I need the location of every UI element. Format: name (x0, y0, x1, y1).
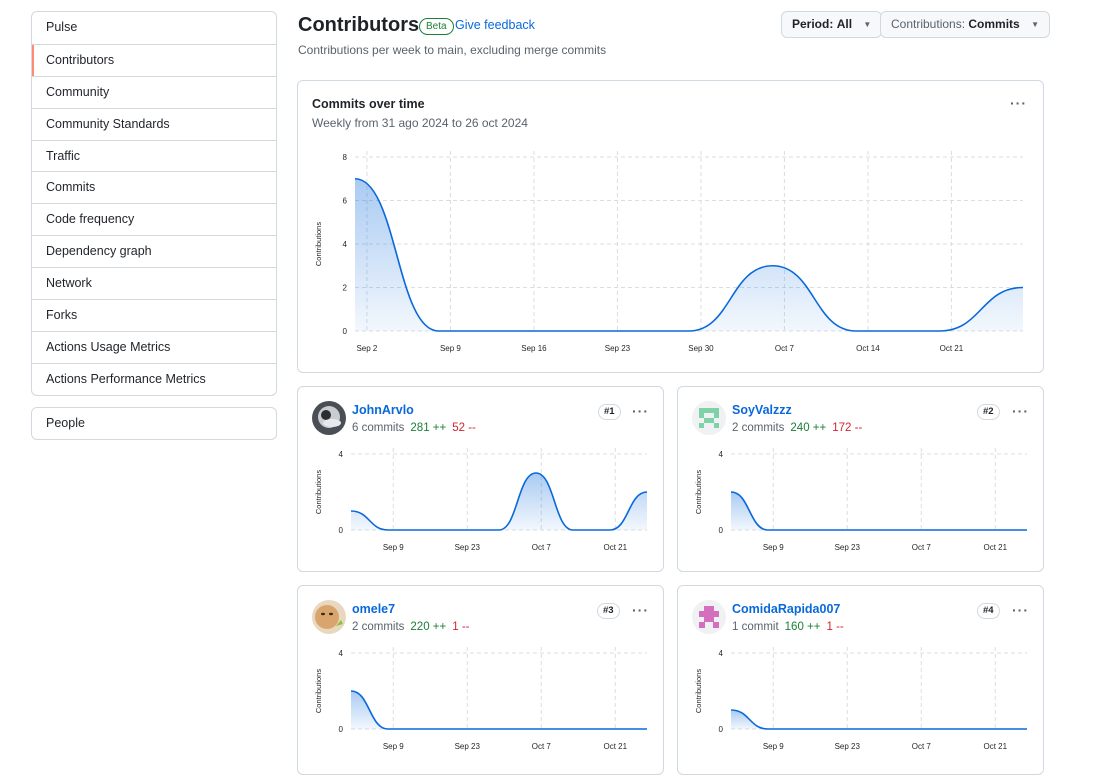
x-tick-label: Sep 9 (383, 543, 404, 552)
series-line (731, 710, 1027, 729)
y-tick-label: 4 (719, 450, 724, 459)
series-area (351, 473, 647, 530)
people-sidebar: People (31, 407, 277, 440)
x-tick-label: Oct 7 (532, 543, 552, 552)
y-axis-label: Contributions (314, 470, 323, 514)
sidebar-item-pulse[interactable]: Pulse (32, 12, 276, 44)
contributions-value: Commits (968, 17, 1019, 31)
y-tick-label: 4 (343, 240, 348, 249)
x-tick-label: Sep 9 (763, 543, 784, 552)
insights-sidebar: Pulse Contributors Community Community S… (31, 11, 277, 396)
series-area (731, 492, 1027, 530)
y-tick-label: 0 (339, 526, 344, 535)
series-area (355, 179, 1023, 331)
y-tick-label: 4 (339, 649, 344, 658)
contributor-chart: 0 4 Sep 9 Sep 23 Oct 7 Oct 21 Contributions (677, 386, 1044, 572)
sidebar-item-community-standards[interactable]: Community Standards (32, 108, 276, 140)
x-tick-label: Sep 9 (440, 344, 461, 353)
series-line (355, 179, 1023, 331)
sidebar-item-actions-performance-metrics[interactable]: Actions Performance Metrics (32, 363, 276, 395)
x-tick-label: Oct 14 (856, 344, 880, 353)
period-label: Period: (792, 17, 833, 31)
x-tick-label: Oct 7 (532, 742, 552, 751)
x-tick-label: Sep 2 (356, 344, 377, 353)
period-value: All (837, 17, 852, 31)
y-tick-label: 0 (339, 725, 344, 734)
x-tick-label: Oct 21 (983, 543, 1007, 552)
x-tick-label: Sep 9 (763, 742, 784, 751)
series-line (731, 492, 1027, 530)
sidebar-item-contributors[interactable]: Contributors (32, 44, 276, 76)
contributor-chart: 0 4 Sep 9 Sep 23 Oct 7 Oct 21 Contributions (297, 386, 664, 572)
sidebar-item-network[interactable]: Network (32, 267, 276, 299)
series-line (351, 473, 647, 530)
x-tick-label: Sep 30 (688, 344, 714, 353)
commits-over-time-chart: 0 2 4 6 8 Sep 2 Sep 9 Sep 16 Sep 23 Sep 30 Oct 7 Oc… (297, 80, 1044, 373)
sidebar-item-actions-usage-metrics[interactable]: Actions Usage Metrics (32, 331, 276, 363)
x-tick-label: Oct 7 (912, 543, 932, 552)
period-dropdown[interactable]: Period: All ▼ (781, 11, 882, 38)
x-tick-label: Oct 21 (603, 742, 627, 751)
series-area (731, 710, 1027, 729)
beta-badge: Beta (419, 18, 454, 35)
sidebar-item-code-frequency[interactable]: Code frequency (32, 203, 276, 235)
contributor-chart: 0 4 Sep 9 Sep 23 Oct 7 Oct 21 Contributions (677, 585, 1044, 769)
x-tick-label: Oct 21 (983, 742, 1007, 751)
y-axis-label: Contributions (314, 222, 323, 266)
y-tick-label: 0 (343, 327, 348, 336)
x-tick-label: Sep 23 (605, 344, 631, 353)
y-tick-label: 2 (343, 284, 348, 293)
sidebar-item-community[interactable]: Community (32, 76, 276, 108)
series-line (351, 691, 647, 729)
x-tick-label: Oct 21 (940, 344, 964, 353)
y-axis-label: Contributions (314, 669, 323, 713)
y-tick-label: 8 (343, 153, 348, 162)
sidebar-item-traffic[interactable]: Traffic (32, 140, 276, 172)
y-tick-label: 6 (343, 197, 348, 206)
x-tick-label: Oct 7 (912, 742, 932, 751)
sidebar-item-forks[interactable]: Forks (32, 299, 276, 331)
x-tick-label: Sep 23 (835, 543, 861, 552)
contributions-dropdown[interactable]: Contributions: Commits ▼ (880, 11, 1050, 38)
sidebar-item-commits[interactable]: Commits (32, 171, 276, 203)
give-feedback-link[interactable]: Give feedback (455, 18, 535, 32)
caret-down-icon: ▼ (1031, 12, 1039, 37)
y-tick-label: 0 (719, 526, 724, 535)
sidebar-item-dependency-graph[interactable]: Dependency graph (32, 235, 276, 267)
sidebar-item-people[interactable]: People (32, 408, 276, 439)
x-tick-label: Oct 21 (603, 543, 627, 552)
y-axis-label: Contributions (694, 470, 703, 514)
x-tick-label: Sep 23 (835, 742, 861, 751)
caret-down-icon: ▼ (863, 12, 871, 37)
y-tick-label: 0 (719, 725, 724, 734)
page-title: Contributors (298, 14, 419, 37)
y-tick-label: 4 (719, 649, 724, 658)
x-tick-label: Oct 7 (775, 344, 795, 353)
contributor-chart: 0 4 Sep 9 Sep 23 Oct 7 Oct 21 Contributions (297, 585, 664, 769)
page-subtitle: Contributions per week to main, excludin… (298, 43, 606, 57)
x-tick-label: Sep 9 (383, 742, 404, 751)
x-tick-label: Sep 16 (521, 344, 547, 353)
y-axis-label: Contributions (694, 669, 703, 713)
y-tick-label: 4 (339, 450, 344, 459)
x-tick-label: Sep 23 (455, 742, 481, 751)
contributions-label: Contributions: (891, 17, 965, 31)
x-tick-label: Sep 23 (455, 543, 481, 552)
series-area (351, 691, 647, 729)
